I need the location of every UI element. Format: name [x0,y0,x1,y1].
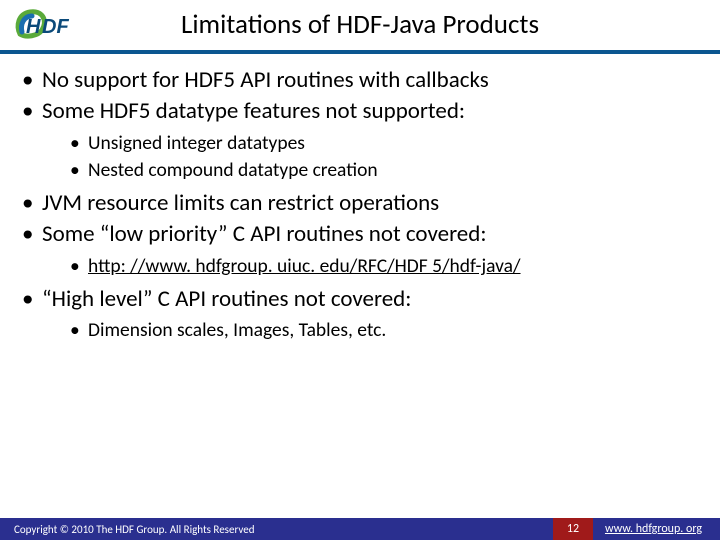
sub-text: Nested compound datatype creation [88,158,378,182]
copyright-text: Copyright © 2010 The HDF Group. All Righ… [0,523,553,536]
bullet-item: Some “low priority” C API routines not c… [22,220,698,278]
sub-bullet: Unsigned integer datatypes [70,131,698,156]
sub-text: Dimension scales, Images, Tables, etc. [88,318,386,342]
bullet-text: “High level” C API routines not covered: [42,285,411,313]
footer: Copyright © 2010 The HDF Group. All Righ… [0,518,720,540]
bullet-item: JVM resource limits can restrict operati… [22,189,698,218]
sub-bullet: Nested compound datatype creation [70,158,698,183]
slide-title: Limitations of HDF-Java Products [0,8,720,41]
sub-text: Unsigned integer datatypes [88,131,305,155]
sub-bullet: Dimension scales, Images, Tables, etc. [70,318,698,343]
bullet-item: “High level” C API routines not covered:… [22,285,698,343]
bullet-text: Some “low priority” C API routines not c… [42,220,486,248]
sub-bullet: http: //www. hdfgroup. uiuc. edu/RFC/HDF… [70,254,698,279]
bullet-item: No support for HDF5 API routines with ca… [22,66,698,95]
bullet-text: Some HDF5 datatype features not supporte… [42,97,465,125]
page-number: 12 [553,518,593,540]
bullet-text: JVM resource limits can restrict operati… [42,189,439,217]
slide-content: No support for HDF5 API routines with ca… [22,66,698,349]
bullet-item: Some HDF5 datatype features not supporte… [22,97,698,182]
rfc-link[interactable]: http: //www. hdfgroup. uiuc. edu/RFC/HDF… [88,254,521,278]
bullet-text: No support for HDF5 API routines with ca… [42,66,489,94]
footer-url[interactable]: www. hdfgroup. org [593,522,720,536]
header: H DF Limitations of HDF-Java Products [0,0,720,54]
